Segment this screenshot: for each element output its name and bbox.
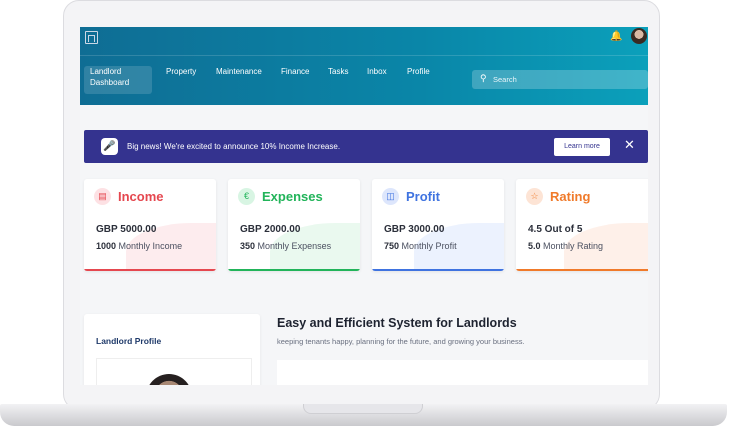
card-subtext: 350 Monthly Expenses [240,241,332,251]
search-placeholder: Search [493,75,517,84]
nav-property[interactable]: Property [166,66,196,77]
nav-inbox[interactable]: Inbox [367,66,387,77]
card-accent-bar [516,269,648,271]
card-amount: GBP 3000.00 [384,224,445,235]
nav-profile[interactable]: Profile [407,66,430,77]
home-logo-icon[interactable] [85,31,98,44]
card-accent-bar [228,269,360,271]
intro-heading: Easy and Efficient System for Landlords [277,316,517,330]
user-avatar[interactable] [631,28,647,44]
close-icon[interactable]: ✕ [624,137,635,153]
card-title: Income [118,189,164,204]
search-input[interactable]: ⚲ Search [472,70,648,89]
top-header: 🔔 Landlord Dashboard Property Maintenanc… [80,27,648,105]
announcement-text: Big news! We're excited to announce 10% … [127,142,341,151]
content-panel [277,360,648,385]
header-divider [80,55,648,56]
card-amount: GBP 2000.00 [240,224,301,235]
card-subtext: 750 Monthly Profit [384,241,457,251]
nav-maintenance[interactable]: Maintenance [216,66,262,77]
expenses-card[interactable]: € Expenses GBP 2000.00 350 Monthly Expen… [228,179,360,271]
card-accent-bar [372,269,504,271]
card-title: Profit [406,189,440,204]
euro-icon: € [238,188,255,205]
learn-more-button[interactable]: Learn more [554,138,610,156]
star-icon: ☆ [526,188,543,205]
microphone-icon: 🎤 [101,138,118,155]
income-icon: ▤ [94,188,111,205]
coins-icon: ◫ [382,188,399,205]
card-subtext: 1000 Monthly Income [96,241,183,251]
card-amount: GBP 5000.00 [96,224,157,235]
search-icon: ⚲ [480,73,487,83]
laptop-notch [303,404,423,414]
card-accent-bar [84,269,216,271]
app-screen: 🔔 Landlord Dashboard Property Maintenanc… [80,27,648,385]
intro-tagline: keeping tenants happy, planning for the … [277,337,525,346]
profile-title: Landlord Profile [96,336,162,346]
card-amount: 4.5 Out of 5 [528,224,583,235]
nav-tasks[interactable]: Tasks [328,66,348,77]
card-title: Rating [550,189,591,204]
rating-card[interactable]: ☆ Rating 4.5 Out of 5 5.0 Monthly Rating [516,179,648,271]
announcement-banner: 🎤 Big news! We're excited to announce 10… [84,130,648,163]
nav-landlord-dashboard[interactable]: Landlord Dashboard [90,66,140,88]
card-title: Expenses [262,189,323,204]
profit-card[interactable]: ◫ Profit GBP 3000.00 750 Monthly Profit [372,179,504,271]
income-card[interactable]: ▤ Income GBP 5000.00 1000 Monthly Income [84,179,216,271]
card-subtext: 5.0 Monthly Rating [528,241,604,251]
bell-icon[interactable]: 🔔 [610,31,622,42]
nav-finance[interactable]: Finance [281,66,309,77]
